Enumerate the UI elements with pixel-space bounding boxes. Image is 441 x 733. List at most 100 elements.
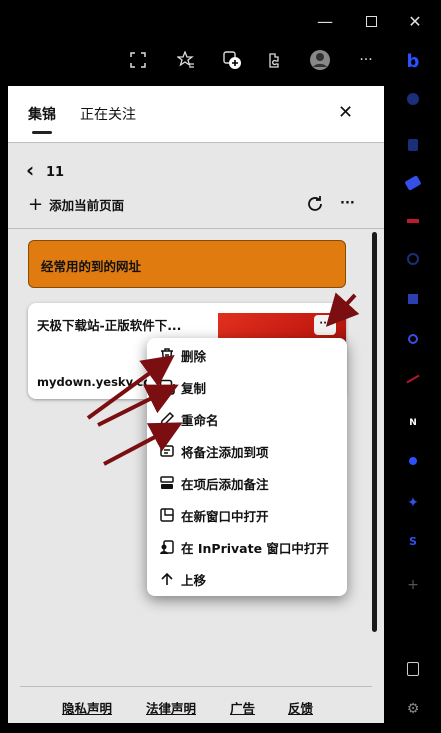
note-after-icon — [157, 473, 177, 493]
profile-icon — [310, 50, 330, 70]
sidebar-item-4[interactable] — [402, 210, 424, 232]
legal-link[interactable]: 法律声明 — [146, 698, 196, 717]
favorites-icon — [177, 51, 194, 68]
screenshot-icon — [130, 52, 146, 68]
sidebar-item-2[interactable] — [402, 134, 424, 156]
tab-collections[interactable]: 集锦 — [28, 104, 56, 134]
extensions-button[interactable] — [262, 46, 290, 74]
search-icon — [407, 253, 419, 265]
menu-item-copy[interactable]: 复制 — [147, 372, 347, 402]
sidebar-item-11[interactable]: ✦ — [402, 492, 424, 514]
games-icon — [407, 219, 419, 223]
privacy-link[interactable]: 隐私声明 — [62, 698, 112, 717]
sidebar-item-5[interactable] — [402, 248, 424, 270]
skype-icon: S — [409, 534, 417, 548]
note-text: 经常用的到的网址 — [41, 259, 142, 274]
menu-item-label: 复制 — [181, 380, 207, 396]
plus-icon: + — [28, 193, 44, 215]
collection-more-button[interactable]: ··· — [340, 196, 355, 211]
settings-icon: ⚙ — [406, 701, 420, 717]
arrow-up-icon — [157, 569, 177, 589]
tag-icon — [404, 175, 422, 191]
sidebar-add-button[interactable]: + — [402, 574, 424, 596]
new-window-icon — [157, 505, 177, 525]
refresh-button[interactable] — [306, 195, 324, 217]
minimize-button[interactable]: — — [310, 8, 340, 34]
split-icon — [407, 662, 419, 676]
menu-item-label: 在项后添加备注 — [181, 476, 269, 492]
close-window-button[interactable]: ✕ — [400, 8, 430, 34]
menu-item-inprivate[interactable]: 在 InPrivate 窗口中打开 — [147, 532, 347, 562]
back-button[interactable]: ‹ — [26, 158, 34, 182]
menu-item-label: 在 InPrivate 窗口中打开 — [181, 540, 329, 556]
tab-following[interactable]: 正在关注 — [80, 104, 136, 124]
trash-icon — [157, 345, 177, 365]
menu-item-label: 上移 — [181, 572, 207, 588]
copy-icon — [157, 377, 177, 397]
sidebar-item-7[interactable] — [402, 328, 424, 350]
extensions-icon — [269, 53, 279, 68]
collection-title: 11 — [46, 165, 65, 180]
card-title: 天极下载站-正版软件下... — [37, 318, 182, 333]
news-icon: N — [409, 418, 417, 428]
close-icon: ✕ — [408, 11, 422, 31]
minimize-icon: — — [317, 11, 333, 31]
more-button[interactable]: ··· — [352, 46, 380, 74]
screenshot-button[interactable] — [124, 46, 152, 74]
footer-divider — [20, 686, 372, 687]
sidebar-item-3[interactable] — [402, 172, 424, 194]
sidebar-settings-button[interactable]: ⚙ — [402, 698, 424, 720]
panel-header: 集锦 正在关注 ✕ — [8, 86, 384, 142]
collections-button[interactable] — [218, 46, 246, 74]
bing-button[interactable]: b — [402, 50, 424, 72]
add-page-label: 添加当前页面 — [49, 197, 125, 213]
sidebar-split-button[interactable] — [402, 658, 424, 680]
card-more-button[interactable]: ··· — [314, 315, 336, 335]
menu-item-add-note[interactable]: 将备注添加到项 — [147, 436, 347, 466]
feedback-link[interactable]: 反馈 — [288, 698, 313, 717]
circle-icon — [407, 93, 419, 105]
bing-icon: b — [406, 50, 420, 72]
menu-item-delete[interactable]: 删除 — [147, 340, 347, 370]
add-note-icon — [157, 441, 177, 461]
collections-icon — [223, 51, 241, 69]
note-item[interactable]: 经常用的到的网址 — [28, 240, 346, 288]
menu-item-new-window[interactable]: 在新窗口中打开 — [147, 500, 347, 530]
skype-icon: ✦ — [407, 495, 419, 511]
bag-icon — [408, 139, 418, 151]
add-icon: + — [407, 577, 419, 593]
pencil-icon — [157, 409, 177, 429]
sidebar-item-6[interactable] — [402, 288, 424, 310]
ads-link[interactable]: 广告 — [230, 698, 255, 717]
header-divider — [8, 142, 384, 143]
add-page-button[interactable]: + 添加当前页面 — [28, 192, 124, 216]
menu-item-label: 删除 — [181, 348, 207, 364]
toolbar-divider — [8, 228, 384, 229]
sidebar-item-1[interactable] — [402, 88, 424, 110]
card-domain: mydown.yesky.com — [37, 375, 164, 389]
sidebar-item-9[interactable]: N — [402, 412, 424, 434]
menu-item-move-up[interactable]: 上移 — [147, 564, 347, 594]
context-menu: 删除 复制 重命名 将备注添加到项 在项后添加备注 在新窗口中打开 在 InPr… — [147, 338, 347, 596]
favorites-button[interactable] — [172, 46, 200, 74]
send-icon — [406, 374, 420, 384]
refresh-icon — [308, 196, 322, 211]
sidebar-item-10[interactable] — [402, 450, 424, 472]
maximize-icon — [365, 15, 377, 27]
menu-item-label: 在新窗口中打开 — [181, 508, 269, 524]
person-icon — [409, 457, 417, 465]
maximize-button[interactable] — [356, 8, 386, 34]
sidebar-item-8[interactable] — [402, 368, 424, 390]
menu-item-label: 将备注添加到项 — [181, 444, 269, 460]
profile-button[interactable] — [306, 46, 334, 74]
menu-item-rename[interactable]: 重命名 — [147, 404, 347, 434]
scrollbar[interactable] — [372, 232, 377, 632]
app-icon — [408, 294, 418, 304]
inprivate-icon — [157, 537, 177, 557]
menu-item-label: 重命名 — [181, 412, 219, 428]
office-icon — [408, 334, 418, 344]
sidebar-item-12[interactable]: S — [402, 530, 424, 552]
more-icon: ··· — [359, 52, 373, 68]
close-panel-button[interactable]: ✕ — [338, 102, 353, 123]
menu-item-note-after[interactable]: 在项后添加备注 — [147, 468, 347, 498]
